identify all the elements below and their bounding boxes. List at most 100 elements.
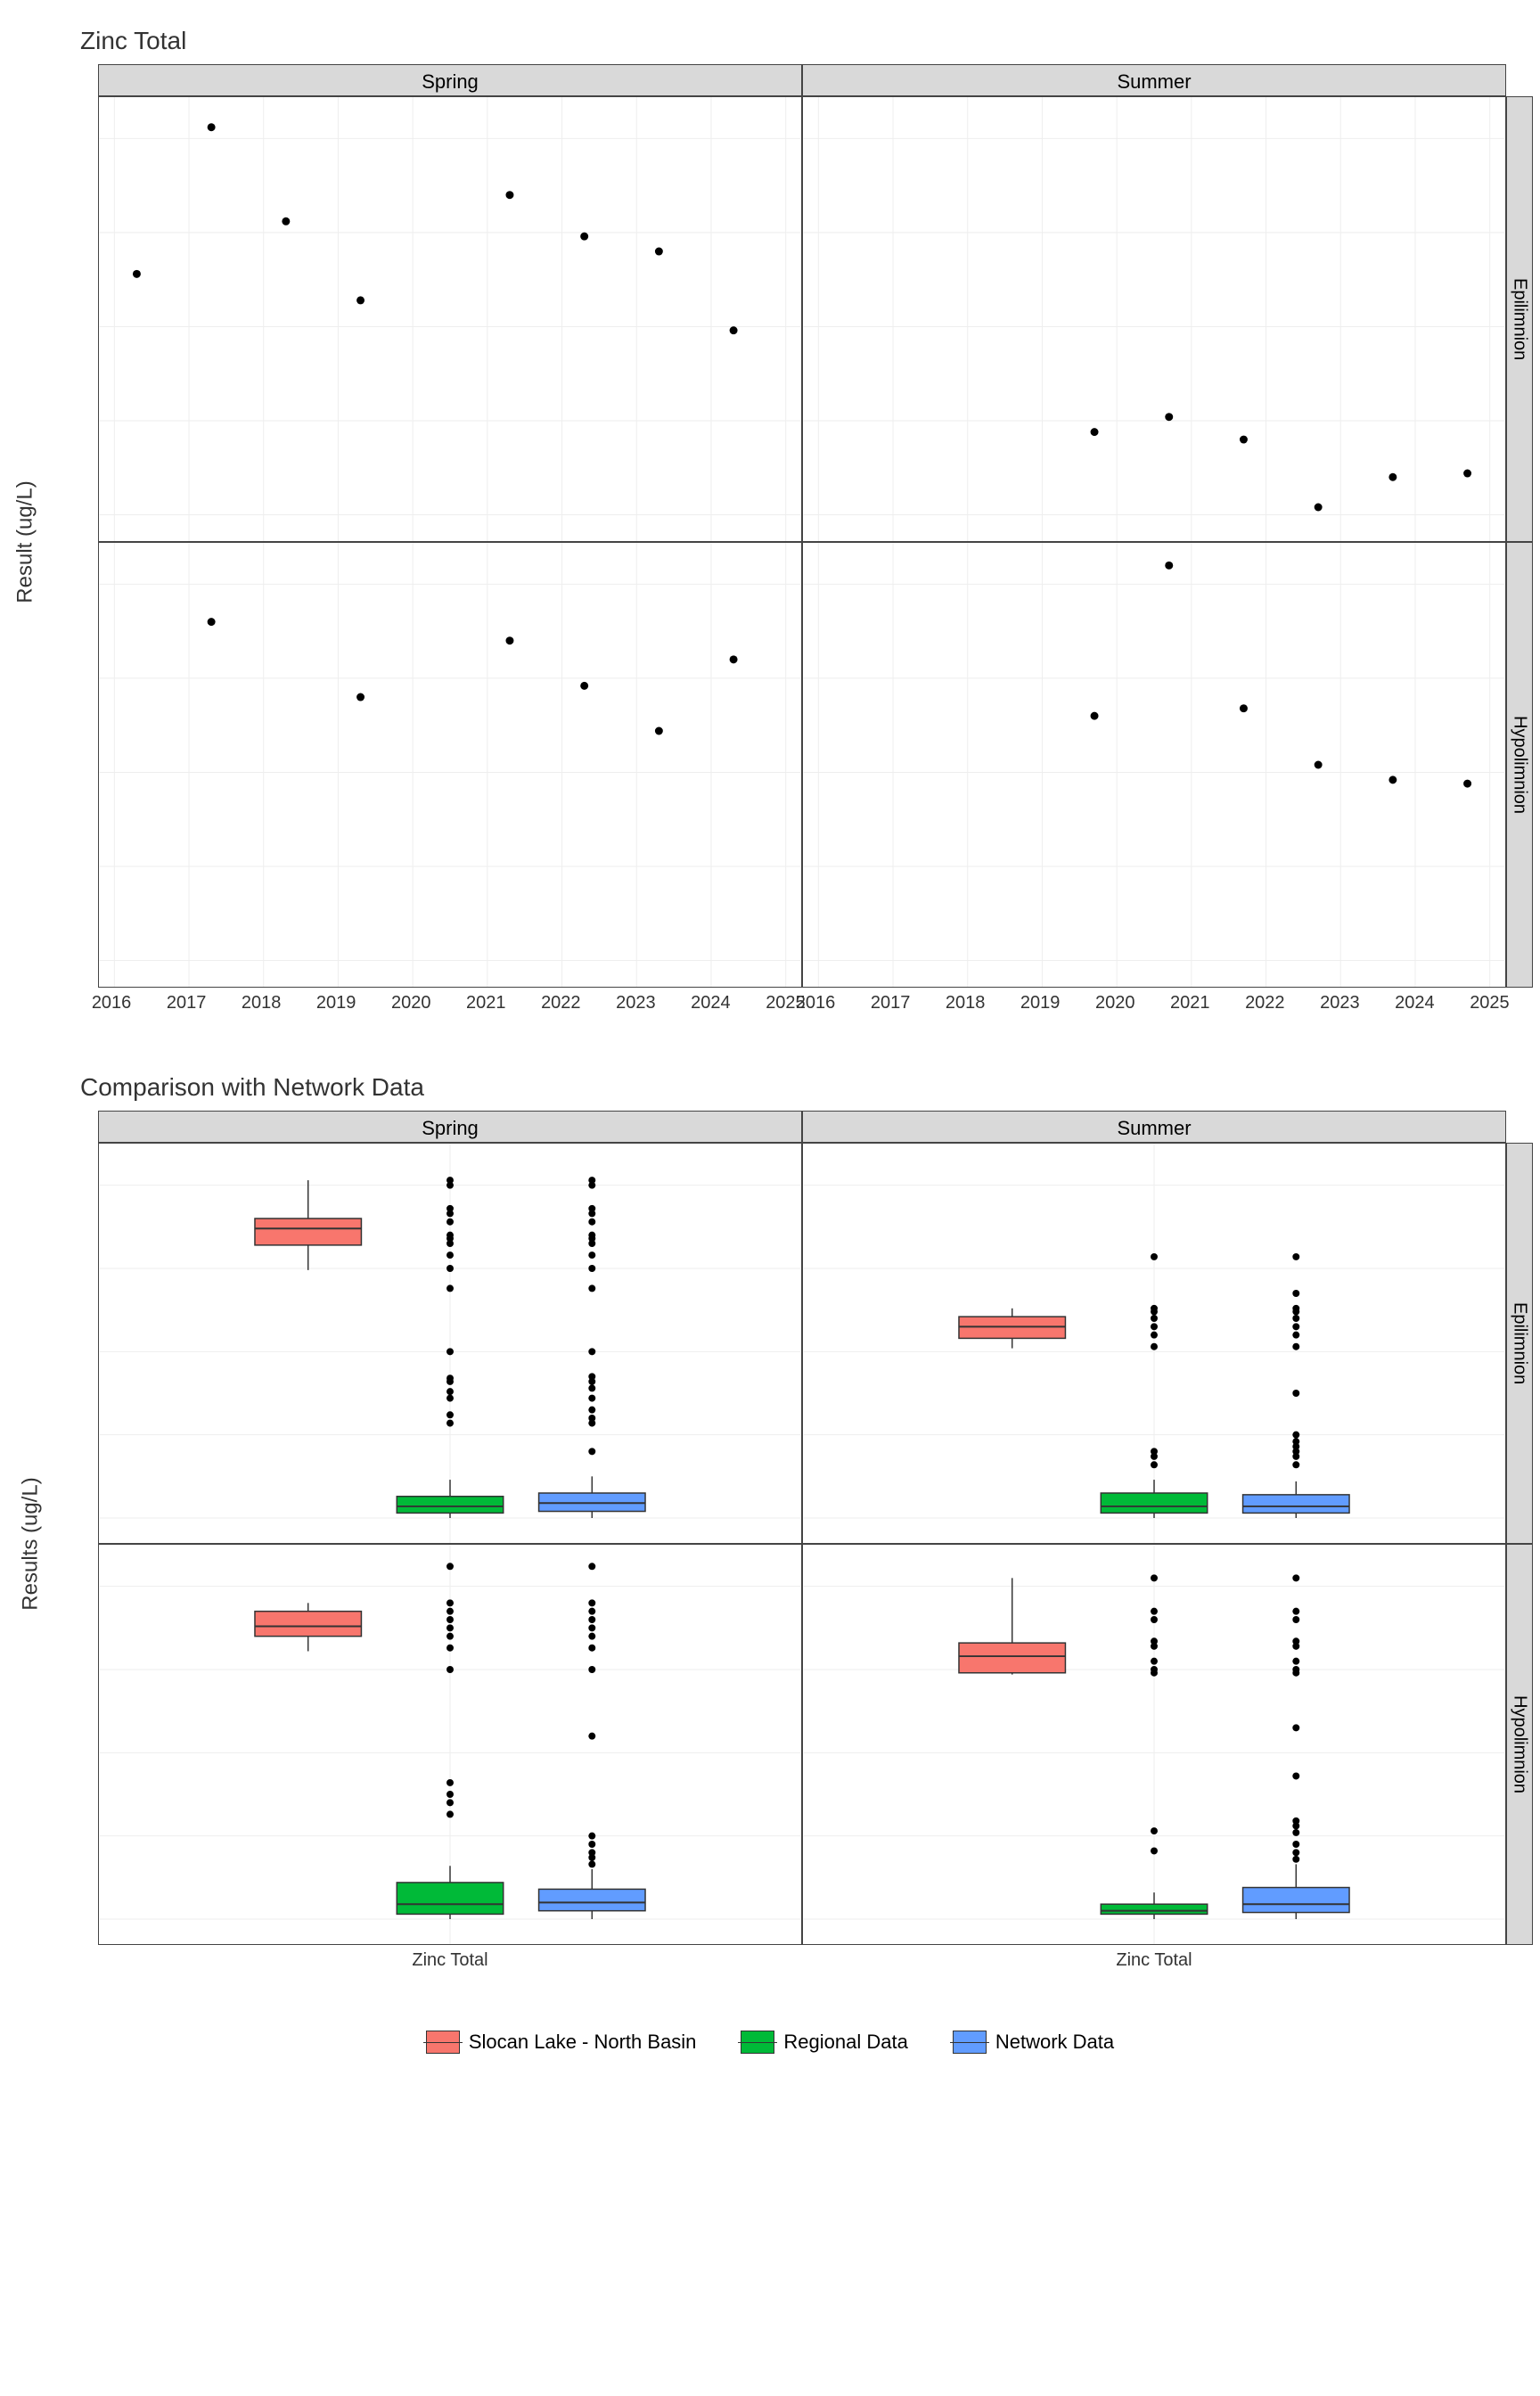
legend: Slocan Lake - North Basin Regional Data Ne… <box>27 2031 1513 2054</box>
box <box>255 1612 361 1637</box>
outlier-point <box>1151 1305 1158 1312</box>
data-point <box>1463 470 1471 478</box>
outlier-point <box>1151 1658 1158 1665</box>
x-tick-label: 2016 <box>92 993 132 1013</box>
boxplot-y-label: Results (ug/L) <box>19 1477 44 1610</box>
x-tick-label: 2025 <box>1470 993 1510 1013</box>
x-tick-label: 2017 <box>871 993 911 1013</box>
boxplot-facet-grid: SpringSummer05101520Epilimnion05101520Hy… <box>98 1111 1487 1977</box>
x-tick-label: 2022 <box>541 993 581 1013</box>
outlier-point <box>1151 1253 1158 1260</box>
outlier-point <box>446 1219 454 1226</box>
col-strip: Spring <box>98 64 802 96</box>
outlier-point <box>588 1608 595 1615</box>
boxplot-panel <box>802 1143 1506 1544</box>
legend-label: Regional Data <box>783 2031 907 2054</box>
outlier-point <box>446 1232 454 1239</box>
outlier-point <box>1292 1658 1299 1665</box>
outlier-point <box>588 1833 595 1840</box>
outlier-point <box>588 1624 595 1631</box>
x-tick-label: 2020 <box>1095 993 1135 1013</box>
outlier-point <box>588 1205 595 1212</box>
legend-item: Regional Data <box>741 2031 907 2054</box>
scatter-chart-section: Zinc Total Result (ug/L) SpringSummer10.… <box>27 27 1513 1020</box>
outlier-point <box>446 1348 454 1355</box>
outlier-point <box>1292 1438 1299 1445</box>
box <box>397 1497 503 1514</box>
data-point <box>1240 704 1248 712</box>
box <box>397 1883 503 1914</box>
legend-item: Slocan Lake - North Basin <box>426 2031 697 2054</box>
outlier-point <box>1292 1849 1299 1856</box>
scatter-panel <box>802 542 1506 988</box>
outlier-point <box>1151 1574 1158 1581</box>
x-tick-label: 2024 <box>1395 993 1435 1013</box>
outlier-point <box>588 1232 595 1239</box>
data-point <box>1091 428 1099 436</box>
outlier-point <box>1292 1253 1299 1260</box>
outlier-point <box>588 1407 595 1414</box>
data-point <box>505 636 513 644</box>
outlier-point <box>1151 1608 1158 1615</box>
outlier-point <box>1151 1637 1158 1645</box>
outlier-point <box>588 1384 595 1391</box>
data-point <box>1240 436 1248 444</box>
x-tick-label: 2019 <box>316 993 356 1013</box>
x-tick-label: 2016 <box>796 993 836 1013</box>
x-tick-label: 2020 <box>391 993 431 1013</box>
data-point <box>1388 473 1397 481</box>
scatter-panel <box>802 96 1506 542</box>
outlier-point <box>588 1265 595 1272</box>
box <box>1243 1495 1349 1514</box>
legend-swatch <box>953 2031 987 2054</box>
data-point <box>133 270 141 278</box>
outlier-point <box>1292 1616 1299 1623</box>
outlier-point <box>1292 1637 1299 1645</box>
outlier-point <box>1292 1666 1299 1673</box>
x-cat-label: Zinc Total <box>1116 1950 1192 1971</box>
x-tick-label: 2021 <box>466 993 506 1013</box>
outlier-point <box>1151 1448 1158 1455</box>
outlier-point <box>588 1563 595 1570</box>
data-point <box>356 693 365 702</box>
data-point <box>580 682 588 690</box>
row-strip: Hypolimnion <box>1506 1544 1533 1945</box>
outlier-point <box>1151 1315 1158 1322</box>
outlier-point <box>446 1616 454 1623</box>
boxplot-panel: 05101520 <box>98 1544 802 1945</box>
outlier-point <box>1151 1343 1158 1350</box>
data-point <box>356 296 365 304</box>
outlier-point <box>1292 1574 1299 1581</box>
outlier-point <box>446 1265 454 1272</box>
data-point <box>730 655 738 663</box>
outlier-point <box>446 1624 454 1631</box>
outlier-point <box>588 1599 595 1606</box>
data-point <box>580 233 588 241</box>
outlier-point <box>588 1733 595 1740</box>
x-tick-label: 2022 <box>1245 993 1285 1013</box>
outlier-point <box>1151 1666 1158 1673</box>
boxplot-panel <box>802 1544 1506 1945</box>
outlier-point <box>1292 1390 1299 1397</box>
boxplot-title: Comparison with Network Data <box>80 1073 1513 1102</box>
outlier-point <box>1151 1616 1158 1623</box>
outlier-point <box>1151 1827 1158 1834</box>
scatter-y-label: Result (ug/L) <box>13 480 38 603</box>
x-tick-label: 2019 <box>1020 993 1061 1013</box>
box <box>1101 1904 1207 1914</box>
x-tick-label: 2021 <box>1170 993 1210 1013</box>
legend-label: Slocan Lake - North Basin <box>469 2031 697 2054</box>
col-strip: Summer <box>802 1111 1506 1143</box>
outlier-point <box>1292 1290 1299 1297</box>
scatter-panel: 10.012.515.017.520.0 <box>98 96 802 542</box>
x-tick-label: 2018 <box>946 993 986 1013</box>
outlier-point <box>588 1448 595 1455</box>
outlier-point <box>1292 1332 1299 1339</box>
scatter-panel: 10.012.515.017.520.0 <box>98 542 802 988</box>
data-point <box>282 217 290 226</box>
scatter-facet-grid: SpringSummer10.012.515.017.520.0Epilimni… <box>98 64 1487 1020</box>
outlier-point <box>446 1205 454 1212</box>
col-strip: Spring <box>98 1111 802 1143</box>
scatter-title: Zinc Total <box>80 27 1513 55</box>
legend-item: Network Data <box>953 2031 1114 2054</box>
